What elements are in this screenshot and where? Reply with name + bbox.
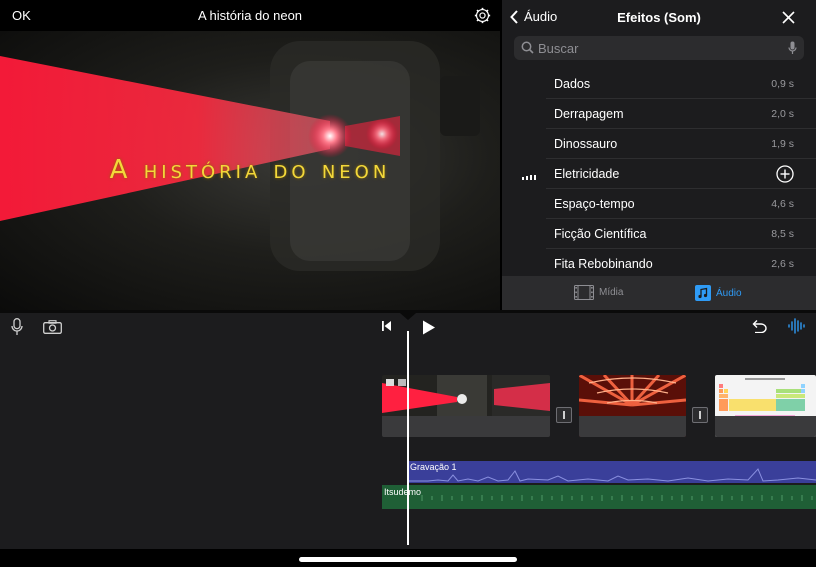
list-item[interactable]: Fita Rebobinando 2,6 s [502, 249, 816, 275]
panel-title: Efeitos (Som) [617, 10, 701, 25]
gear-icon[interactable] [474, 7, 491, 24]
list-item-label: Dinossauro [554, 137, 618, 151]
sound-effects-panel: Áudio Efeitos (Som) Dados 0,9 s Derrapag… [502, 0, 816, 310]
list-item-duration: 1,9 s [771, 138, 794, 150]
close-icon[interactable] [782, 11, 795, 24]
add-circle-icon[interactable] [776, 165, 794, 183]
tab-midia[interactable]: Mídia [574, 285, 623, 300]
list-item-duration: 4,6 s [771, 198, 794, 210]
video-clip-periodic-table[interactable] [715, 375, 816, 437]
clip-bar [579, 416, 686, 437]
tab-audio-label: Áudio [716, 287, 742, 299]
audio-track-music[interactable]: Itsudemo [382, 485, 816, 509]
video-viewer[interactable]: A história do neon [0, 31, 500, 310]
video-clip-neon-lights[interactable] [579, 375, 686, 437]
tab-midia-label: Mídia [599, 287, 624, 298]
top-bar: OK A história do neon [0, 0, 500, 31]
panel-header: Áudio Efeitos (Som) [502, 0, 816, 34]
list-item-duration: 8,5 s [771, 228, 794, 240]
list-item-duration: 0,9 s [771, 78, 794, 90]
list-item-duration: 2,0 s [771, 108, 794, 120]
audio-track-label: Gravação 1 [410, 462, 457, 472]
transition-button[interactable] [556, 407, 572, 423]
playhead-pointer [400, 313, 416, 320]
list-item-label: Ficção Científica [554, 227, 647, 241]
audio-level-icon [522, 175, 536, 180]
audio-waveform [408, 468, 816, 482]
list-item-label: Espaço-tempo [554, 197, 635, 211]
transition-button[interactable] [692, 407, 708, 423]
list-item-label: Fita Rebobinando [554, 257, 653, 271]
audio-waveform [421, 495, 813, 501]
undo-icon[interactable] [750, 319, 768, 333]
microphone-icon[interactable] [11, 318, 23, 336]
list-item-label: Eletricidade [554, 167, 620, 181]
music-note-icon [695, 285, 711, 301]
audio-track-label: Itsudemo [384, 487, 422, 497]
list-item[interactable]: Dinossauro 1,9 s [502, 129, 816, 159]
list-item-label: Dados [554, 77, 591, 91]
timeline[interactable]: Gravação 1 Itsudemo [0, 313, 816, 549]
list-item-duration: 2,6 s [771, 258, 794, 270]
sound-effects-list: Dados 0,9 s Derrapagem 2,0 s Dinossauro … [502, 69, 816, 275]
camera-icon[interactable] [43, 320, 62, 334]
playhead[interactable] [407, 331, 409, 545]
microphone-icon[interactable] [788, 41, 797, 55]
list-item-selected[interactable]: Eletricidade [502, 159, 816, 189]
search-icon [521, 41, 534, 54]
list-item[interactable]: Derrapagem 2,0 s [502, 99, 816, 129]
video-title-overlay: A história do neon [109, 155, 391, 185]
clip-bar [715, 416, 816, 437]
tab-audio[interactable]: Áudio [695, 285, 742, 301]
audio-track-recording[interactable]: Gravação 1 [408, 461, 816, 483]
list-item[interactable]: Espaço-tempo 4,6 s [502, 189, 816, 219]
project-title: A história do neon [197, 8, 303, 23]
list-item[interactable]: Ficção Científica 8,5 s [502, 219, 816, 249]
play-icon[interactable] [422, 320, 436, 335]
search-input[interactable] [538, 36, 778, 60]
list-item[interactable]: Dados 0,9 s [502, 69, 816, 99]
list-item-label: Derrapagem [554, 107, 624, 121]
audio-waveform-icon[interactable] [788, 318, 806, 334]
film-icon [574, 285, 594, 300]
home-indicator[interactable] [299, 557, 517, 562]
search-bar[interactable] [514, 36, 804, 60]
media-tab-bar: Mídia Áudio [502, 276, 816, 310]
skip-to-start-icon[interactable] [382, 321, 392, 331]
